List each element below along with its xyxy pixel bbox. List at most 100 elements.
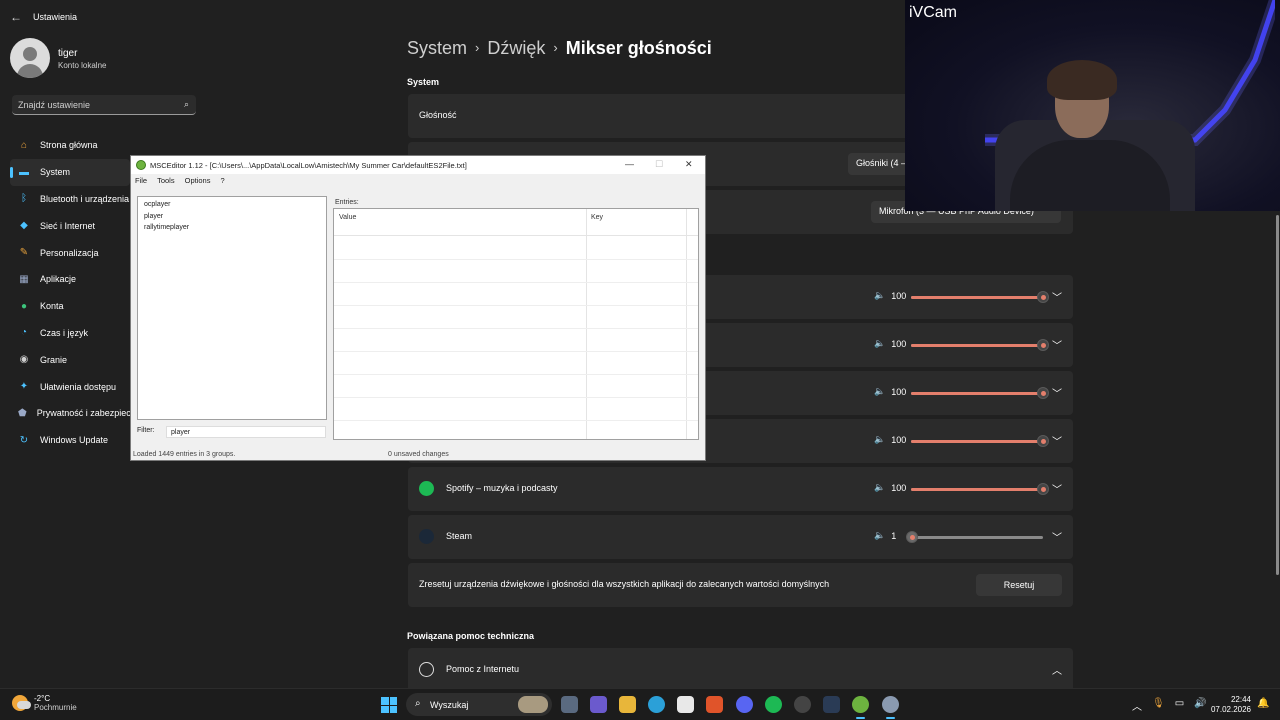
speaker-icon[interactable]: 🔊 [1194,698,1206,713]
sidebar-item-8[interactable]: ◉ Granie [10,346,130,373]
slider-thumb[interactable] [1037,483,1049,495]
reset-button[interactable]: Resetuj [976,574,1062,596]
volume-slider[interactable] [911,483,1049,495]
speaker-icon[interactable]: 🔈 [874,530,885,541]
slider-thumb[interactable] [1037,387,1049,399]
settings-gear-icon[interactable] [882,696,899,719]
user-name: tiger [58,48,78,59]
filter-input[interactable]: player [166,426,326,438]
user-account-type: Konto lokalne [58,61,107,70]
minimize-icon[interactable]: — [625,159,634,169]
chevron-down-icon[interactable]: ﹀ [1052,529,1062,544]
chevron-up-icon[interactable]: ︿ [1052,662,1062,677]
webcam-preview: iVCam [905,0,1280,211]
store-icon[interactable] [677,696,694,713]
speaker-icon[interactable]: 🔈 [874,338,885,349]
spotify-icon[interactable] [765,696,782,713]
steam-icon[interactable] [823,696,840,713]
accessibility-icon: ✦ [19,381,29,393]
file-explorer-icon[interactable] [619,696,636,713]
task-view-icon[interactable] [561,696,578,713]
chevron-down-icon[interactable]: ﹀ [1052,481,1062,496]
reset-card: Zresetuj urządzenia dźwiękowe i głośnośc… [408,563,1073,607]
sidebar-item-0[interactable]: ⌂ Strona główna [10,132,130,159]
volume-label: Głośność [419,110,457,120]
speaker-icon[interactable]: 🔈 [874,434,885,445]
spotify-icon [419,481,434,496]
sidebar-item-6[interactable]: ● Konta [10,293,130,320]
chevron-down-icon[interactable]: ﹀ [1052,337,1062,352]
msceditor-taskbar-icon[interactable] [852,696,869,719]
tree-item[interactable]: player [138,211,326,223]
close-icon[interactable]: ✕ [685,159,693,170]
column-value[interactable]: Value [339,214,356,221]
taskbar-search[interactable]: ⌕ Wyszukaj [406,693,552,716]
discord-icon[interactable] [736,696,753,713]
slider-thumb[interactable] [1037,291,1049,303]
breadcrumb: System › Dźwięk › Mikser głośności [407,38,712,59]
volume-slider[interactable] [906,531,1043,543]
column-key[interactable]: Key [591,214,603,221]
chevron-down-icon[interactable]: ﹀ [1052,289,1062,304]
edge-icon[interactable] [648,696,665,713]
breadcrumb-system[interactable]: System [407,38,467,58]
sidebar-item-label: Bluetooth i urządzenia [40,193,130,204]
sidebar-item-3[interactable]: ◆ Sieć i Internet [10,212,130,239]
weather-widget[interactable]: -2°C Pochmurnie [12,694,77,712]
wifi-icon: ◆ [20,220,28,232]
search-placeholder: Znajdź ustawienie [18,100,91,110]
brave-icon[interactable] [706,696,723,713]
sidebar-item-9[interactable]: ✦ Ułatwienia dostępu [10,373,130,400]
sidebar-item-1[interactable]: ▬ System [10,158,130,186]
user-profile[interactable]: tiger Konto lokalne [10,38,106,78]
volume-slider[interactable] [911,387,1049,399]
menu-item[interactable]: File [135,176,147,188]
volume-slider[interactable] [911,339,1049,351]
start-button[interactable] [381,697,397,713]
msceditor-titlebar[interactable]: MSCEditor 1.12 - [C:\Users\...\AppData\L… [131,156,705,174]
settings-search-input[interactable]: Znajdź ustawienie ⌕ [12,95,196,115]
network-icon[interactable]: ▭ [1175,698,1184,713]
settings-titlebar: ← Ustawienia [0,0,905,32]
notification-bell-icon[interactable]: 🔔 [1257,698,1269,709]
back-arrow-icon[interactable]: ← [10,10,22,24]
menu-item[interactable]: Options [185,176,211,188]
microphone-icon[interactable]: 🎙 [1152,698,1165,713]
maximize-icon[interactable]: ☐ [655,159,663,170]
menu-item[interactable]: ? [220,176,224,188]
chevron-down-icon[interactable]: ﹀ [1052,433,1062,448]
app-volume-value: 🔈 100 [874,386,906,397]
slider-thumb[interactable] [1037,435,1049,447]
volume-slider[interactable] [911,291,1049,303]
speaker-icon[interactable]: 🔈 [874,290,885,301]
clock[interactable]: 22:44 07.02.2026 [1209,695,1251,715]
sidebar-item-4[interactable]: ✎ Personalizacja [10,239,130,266]
sidebar-item-11[interactable]: ↻ Windows Update [10,427,130,454]
sidebar-item-7[interactable]: ◔ Czas i język [10,320,130,347]
filter-label: Filter: [137,427,155,434]
group-tree[interactable]: ocplayer player rallytimeplayer [137,196,327,420]
slider-thumb[interactable] [1037,339,1049,351]
chevron-down-icon[interactable]: ﹀ [1052,385,1062,400]
help-card[interactable]: Pomoc z Internetu ︿ [408,648,1073,692]
entries-grid[interactable]: Value Key [333,208,699,440]
volume-slider[interactable] [911,435,1049,447]
speaker-icon[interactable]: 🔈 [874,386,885,397]
menu-item[interactable]: Tools [157,176,175,188]
scrollbar[interactable] [1276,215,1279,575]
slider-thumb[interactable] [906,531,919,543]
sidebar-item-2[interactable]: ᛒ Bluetooth i urządzenia [10,186,130,213]
tree-item[interactable]: rallytimeplayer [138,222,326,234]
sidebar-item-label: Personalizacja [40,247,99,258]
chevron-up-icon[interactable]: ︿ [1132,698,1142,713]
sidebar-item-10[interactable]: ⬟ Prywatność i zabezpieczenia [10,400,152,427]
app-volume-value: 🔈 1 [874,530,896,541]
status-unsaved: 0 unsaved changes [388,451,449,458]
sidebar-item-5[interactable]: ▦ Aplikacje [10,266,130,293]
tree-item[interactable]: ocplayer [138,199,326,211]
breadcrumb-sound[interactable]: Dźwięk [487,38,545,58]
speaker-icon[interactable]: 🔈 [874,482,885,493]
teams-icon[interactable] [590,696,607,713]
obs-icon[interactable] [794,696,811,713]
search-highlight-image [518,696,548,713]
